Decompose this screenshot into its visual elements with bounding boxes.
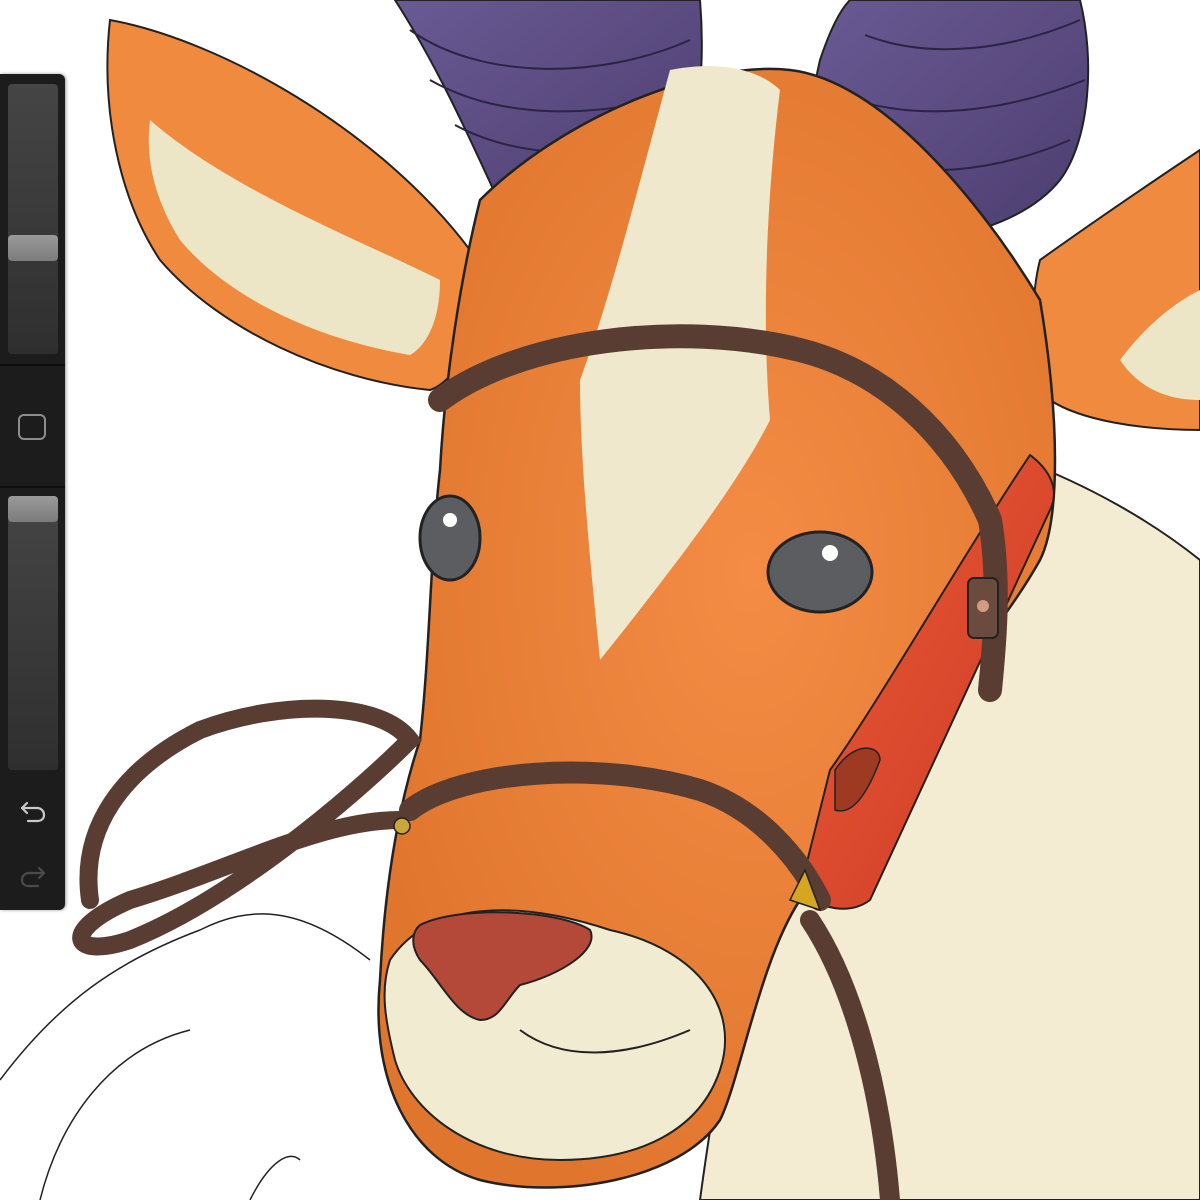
drawing-canvas[interactable]	[0, 0, 1200, 1200]
brush-opacity-slider[interactable]	[8, 496, 58, 770]
modify-square-button[interactable]	[18, 414, 46, 440]
sketch-lines	[0, 913, 371, 1200]
brush-opacity-thumb[interactable]	[8, 496, 58, 522]
eye-right	[766, 530, 874, 614]
divider	[0, 486, 65, 488]
brush-size-slider[interactable]	[8, 84, 58, 354]
brush-sidebar	[0, 74, 65, 910]
bridle-buckle	[967, 577, 999, 639]
divider	[0, 364, 65, 366]
redo-button[interactable]	[12, 859, 54, 895]
redo-icon	[20, 866, 46, 888]
undo-button[interactable]	[12, 794, 54, 830]
eye-left	[418, 494, 482, 582]
ear-left	[106, 18, 478, 392]
brush-size-thumb[interactable]	[8, 235, 58, 262]
bit-ring	[393, 817, 411, 835]
undo-icon	[20, 801, 46, 823]
ear-right	[1032, 148, 1200, 432]
